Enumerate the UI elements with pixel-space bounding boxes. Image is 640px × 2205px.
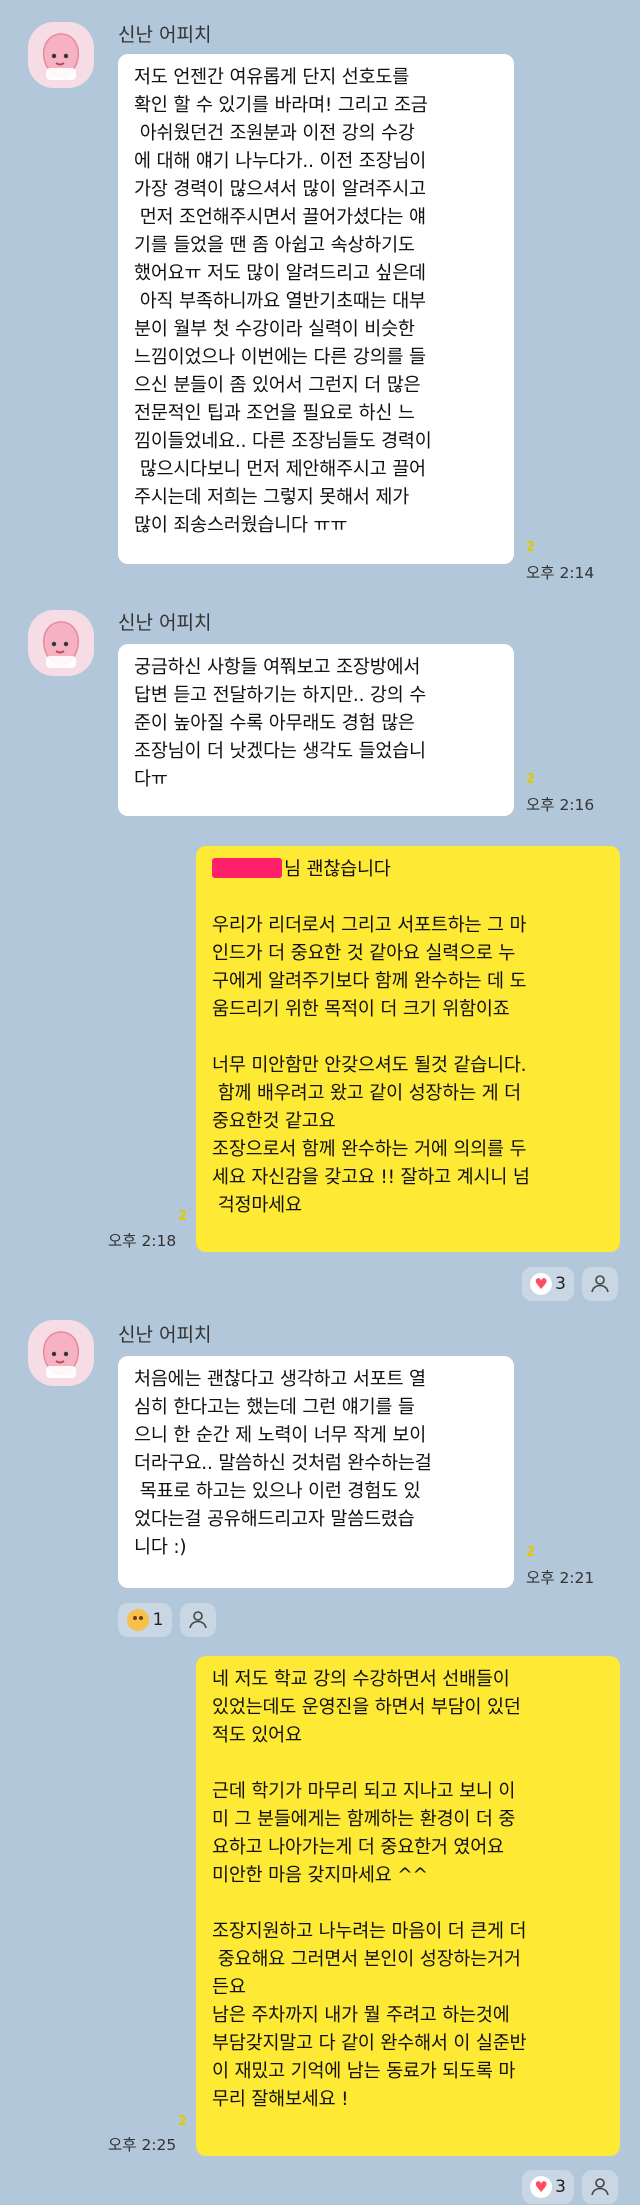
message-bubble[interactable]: 저도 언젠간 여유롭게 단지 선호도를 확인 할 수 있기를 바라며! 그리고 … (118, 54, 514, 564)
timestamp: 오후 2:25 (108, 2136, 177, 2154)
message-bubble[interactable]: 님 괜찮습니다 우리가 리더로서 그리고 서포트하는 그 마 인드가 더 중요한… (196, 846, 620, 1252)
reaction-count: 3 (555, 2177, 566, 2197)
unread-count: 2 (526, 772, 536, 787)
reaction-count: 3 (555, 1274, 566, 1294)
unread-count: 2 (526, 1545, 536, 1560)
timestamp: 오후 2:14 (526, 564, 595, 582)
unread-count: 2 (178, 2114, 188, 2129)
unread-count: 2 (178, 1209, 188, 1224)
message-bubble[interactable]: 처음에는 괜찮다고 생각하고 서포트 열 심히 한다고는 했는데 그런 얘기를 … (118, 1356, 514, 1588)
add-reaction-button[interactable] (582, 2170, 618, 2204)
unread-count: 2 (526, 540, 536, 555)
add-reaction-button[interactable] (582, 1267, 618, 1301)
peach-character-icon (28, 22, 94, 88)
timestamp: 오후 2:16 (526, 796, 595, 814)
redacted-name (212, 858, 282, 878)
sender-name: 신난 어피치 (118, 612, 212, 634)
person-icon (591, 1275, 609, 1293)
timestamp: 오후 2:21 (526, 1569, 595, 1587)
message-bubble[interactable]: 네 저도 학교 강의 수강하면서 선배들이 있었는데도 운영진을 하면서 부담이… (196, 1656, 620, 2156)
profile-avatar[interactable] (28, 22, 94, 88)
sender-name: 신난 어피치 (118, 24, 212, 46)
person-icon (189, 1611, 207, 1629)
heart-icon: ♥ (530, 2176, 553, 2198)
reaction-count: 1 (152, 1610, 164, 1630)
like-reaction[interactable]: ♥ 3 (522, 1267, 574, 1301)
sender-name: 신난 어피치 (118, 1324, 212, 1346)
peach-character-icon (28, 1320, 94, 1386)
add-reaction-button[interactable] (180, 1603, 216, 1637)
heart-icon: ♥ (530, 1273, 553, 1295)
message-text: 님 괜찮습니다 우리가 리더로서 그리고 서포트하는 그 마 인드가 더 중요한… (212, 859, 530, 1216)
timestamp: 오후 2:18 (108, 1232, 177, 1250)
sad-face-icon (126, 1609, 149, 1631)
profile-avatar[interactable] (28, 610, 94, 676)
person-icon (591, 2178, 609, 2196)
message-bubble[interactable]: 궁금하신 사항들 여쭤보고 조장방에서 답변 듣고 전달하기는 하지만.. 강의… (118, 644, 514, 816)
profile-avatar[interactable] (28, 1320, 94, 1386)
like-reaction[interactable]: ♥ 3 (522, 2170, 574, 2204)
emoji-reaction[interactable]: 1 (118, 1603, 172, 1637)
peach-character-icon (28, 610, 94, 676)
